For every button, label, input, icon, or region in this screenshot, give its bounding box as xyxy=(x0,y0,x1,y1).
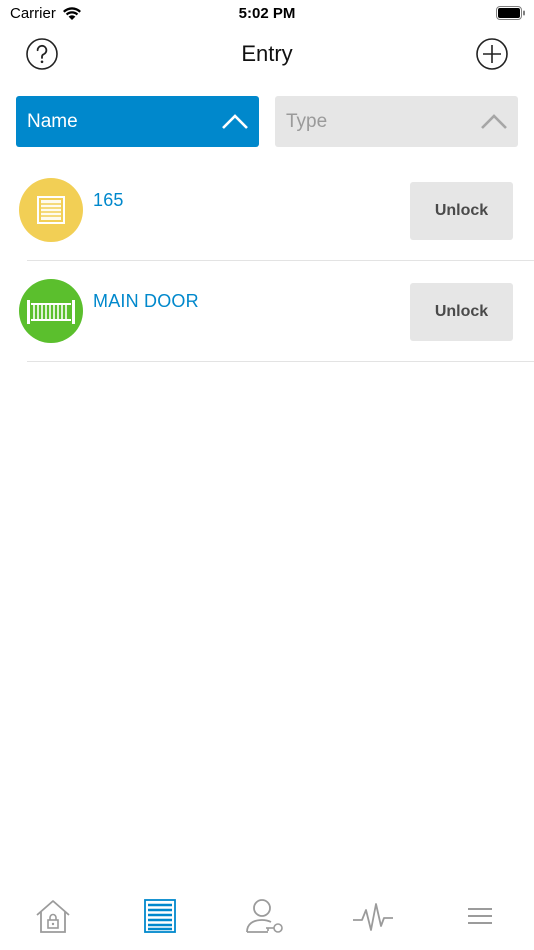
home-lock-icon xyxy=(36,900,70,933)
sort-by-type-button[interactable]: Type xyxy=(275,96,518,147)
garage-door-icon xyxy=(37,196,65,224)
sort-by-name-button[interactable]: Name xyxy=(16,96,259,147)
chevron-up-icon xyxy=(222,114,248,129)
tab-home[interactable] xyxy=(0,896,106,946)
tab-menu[interactable] xyxy=(427,896,533,946)
user-key-icon xyxy=(246,899,283,933)
menu-lines-icon xyxy=(468,908,492,924)
list-item: 165 Unlock xyxy=(0,160,534,261)
status-bar: Carrier 5:02 PM xyxy=(0,0,534,28)
unlock-button[interactable]: Unlock xyxy=(410,283,513,341)
entry-avatar xyxy=(19,178,83,242)
status-time: 5:02 PM xyxy=(238,5,296,22)
sort-name-label: Name xyxy=(27,110,78,132)
entry-list: 165 Unlock MAIN DOOR Unlock xyxy=(0,160,534,362)
entry-avatar xyxy=(19,279,83,343)
list-item: MAIN DOOR Unlock xyxy=(0,261,534,362)
entry-name[interactable]: 165 xyxy=(93,190,124,211)
add-button[interactable] xyxy=(475,37,509,71)
tab-activity[interactable] xyxy=(320,896,426,946)
tab-entry[interactable] xyxy=(107,896,213,946)
gate-icon xyxy=(27,300,75,324)
unlock-button[interactable]: Unlock xyxy=(410,182,513,240)
add-circle-icon xyxy=(476,38,508,70)
entry-name[interactable]: MAIN DOOR xyxy=(93,291,199,312)
battery-icon xyxy=(496,6,525,20)
tab-bar xyxy=(0,890,534,950)
entry-door-icon xyxy=(144,899,176,933)
activity-pulse-icon xyxy=(353,903,393,931)
chevron-up-icon xyxy=(481,114,507,129)
sort-type-label: Type xyxy=(286,110,328,132)
tab-users[interactable] xyxy=(213,896,319,946)
page-title: Entry xyxy=(241,41,293,66)
divider xyxy=(27,361,534,362)
sort-controls: Name Type xyxy=(16,96,519,148)
nav-bar: Entry xyxy=(0,28,534,82)
